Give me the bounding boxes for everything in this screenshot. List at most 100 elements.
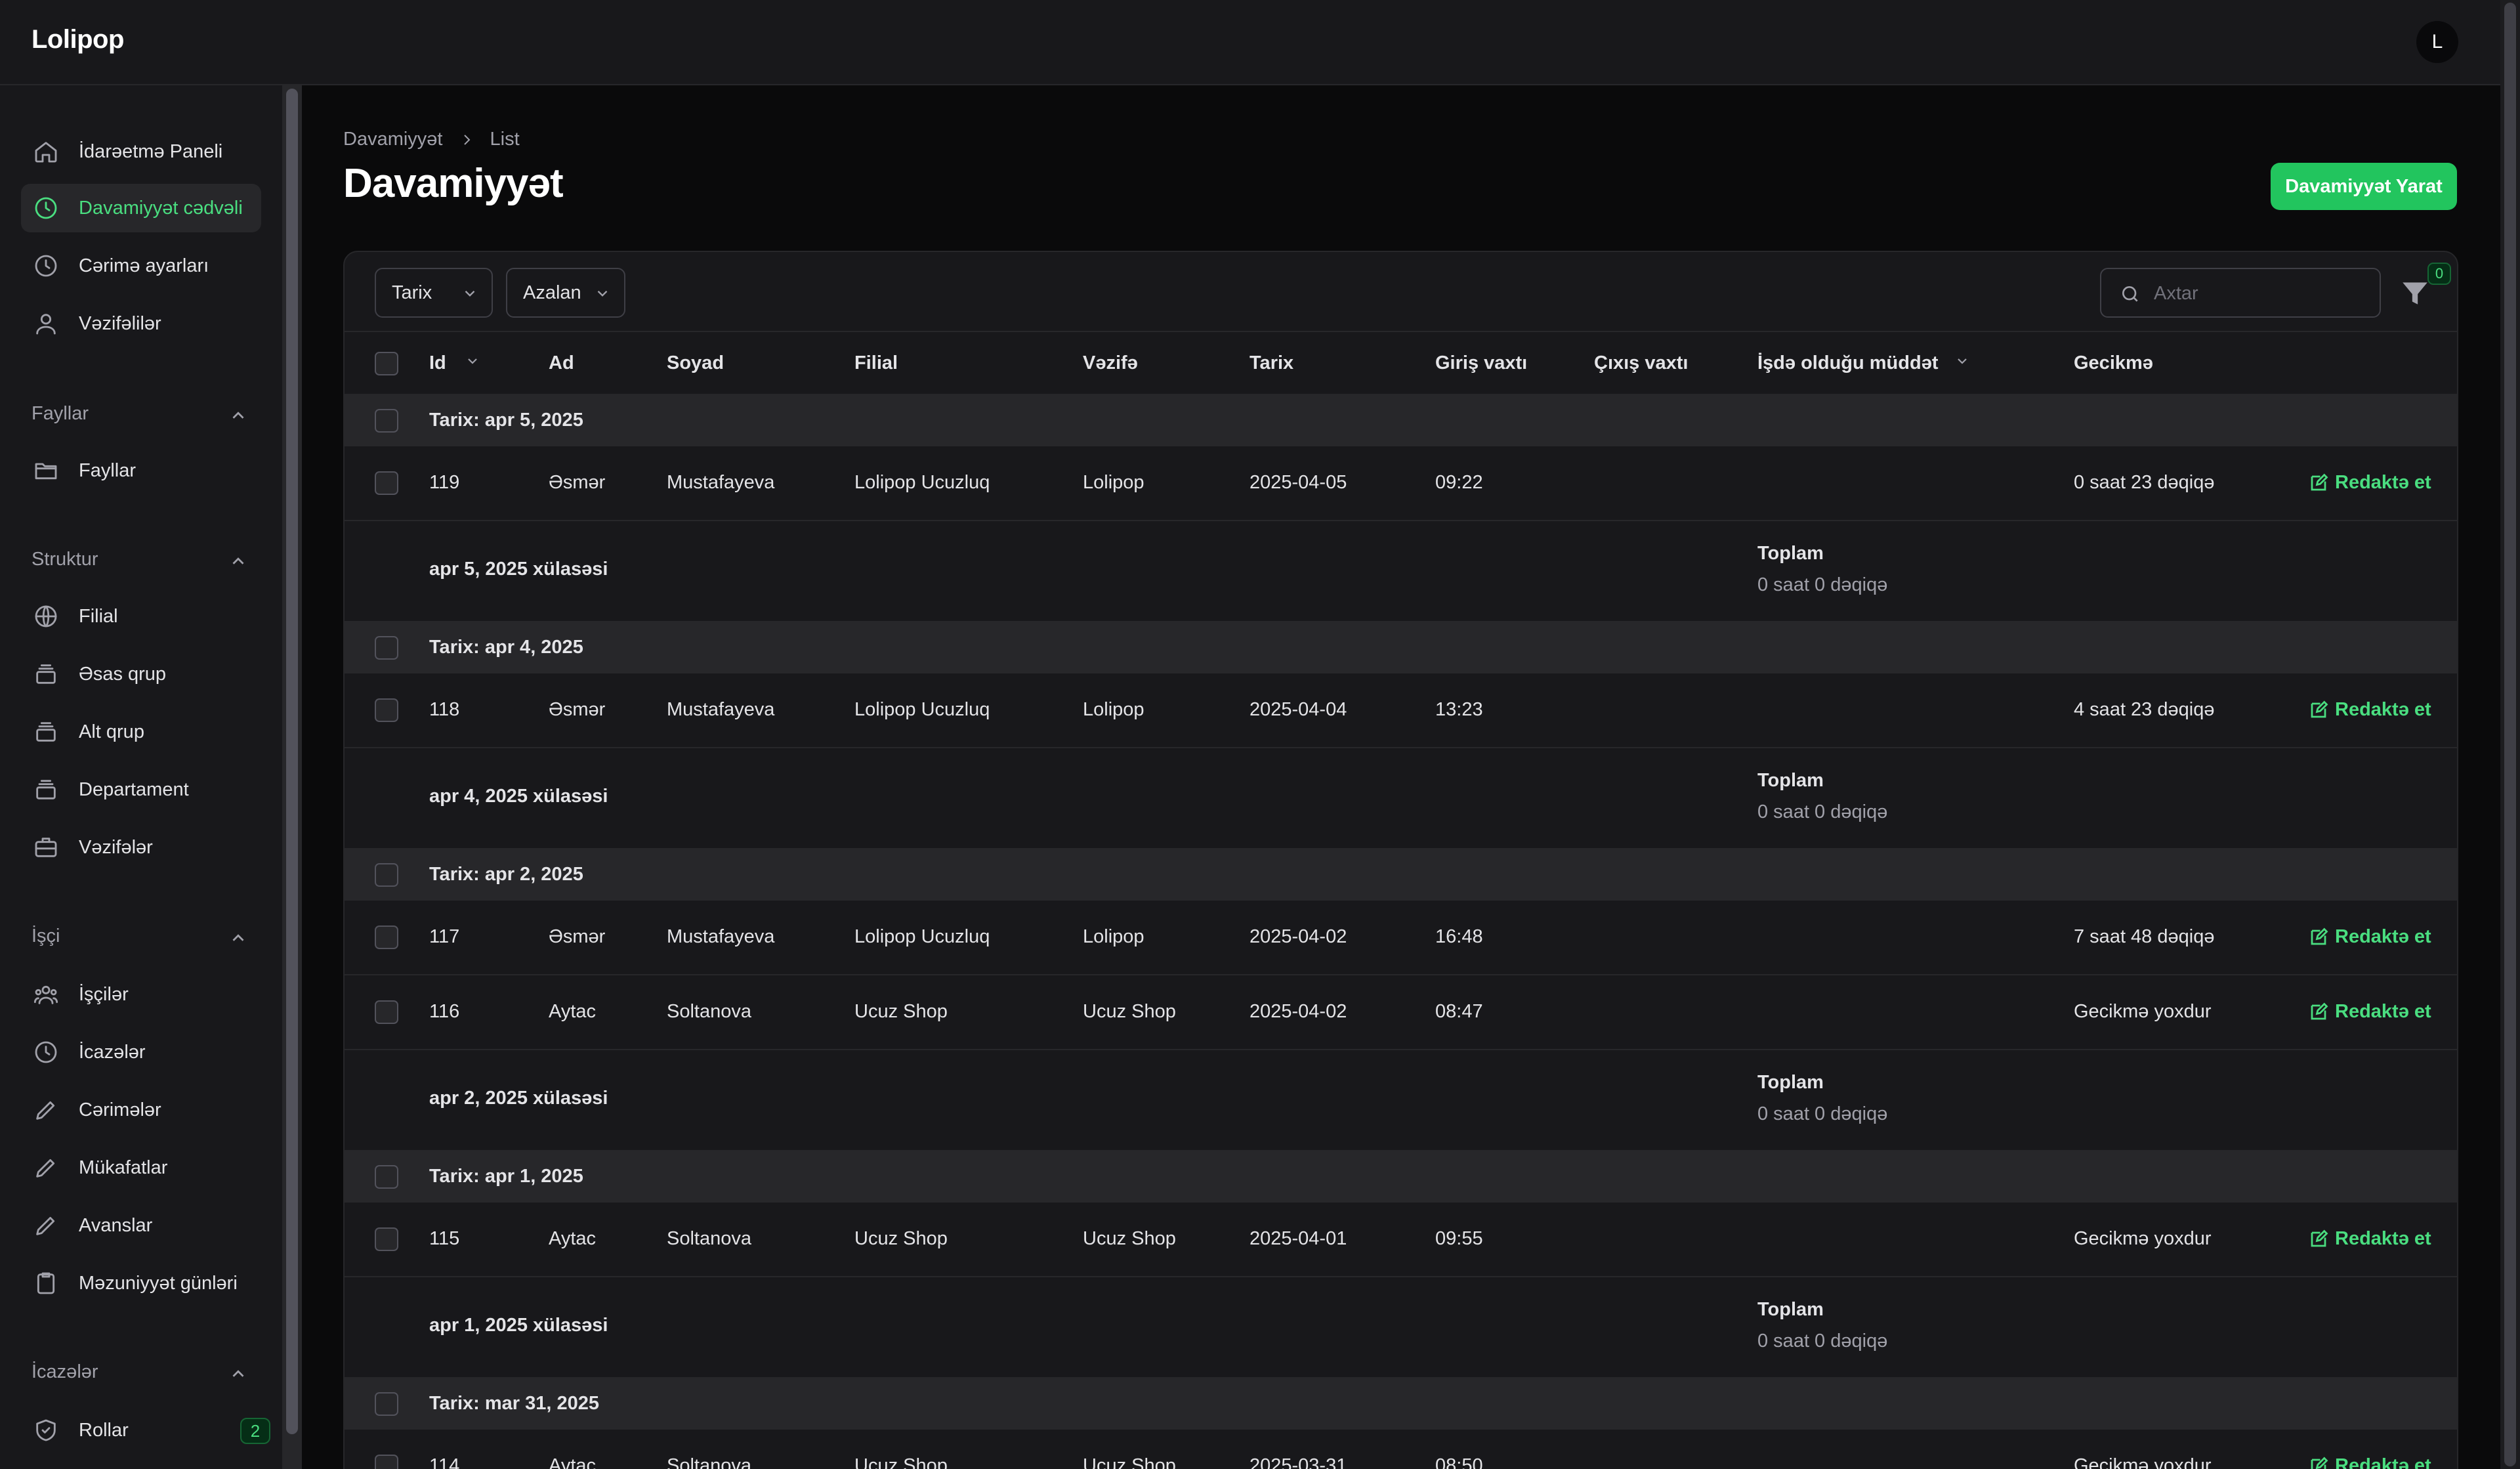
cell-filial: Ucuz Shop <box>854 1228 948 1249</box>
sidebar-item-rollar[interactable]: Rollar 2 <box>21 1406 270 1455</box>
edit-button[interactable]: Redaktə et <box>2309 1228 2431 1250</box>
row-checkbox[interactable] <box>375 698 398 722</box>
column-header-filial: Filial <box>854 352 898 373</box>
sidebar-item-avanslar[interactable]: Avanslar <box>21 1201 261 1250</box>
table-panel: Tarix Azalan 0 Id Ad Soyad Filial Vəzifə Tari… <box>343 251 2458 1469</box>
create-attendance-button[interactable]: Davamiyyət Yarat <box>2271 163 2457 210</box>
group-direction-select[interactable]: Azalan <box>506 268 625 318</box>
breadcrumb: Davamiyyət List <box>343 129 520 150</box>
sidebar-item-vəzifəlilər[interactable]: Vəzifəlilər <box>21 299 261 348</box>
sidebar-item-davamiyyət-cədvəli[interactable]: Davamiyyət cədvəli <box>21 184 261 232</box>
stack-icon <box>33 719 59 745</box>
sidebar-group-header[interactable]: İşçi <box>32 926 248 952</box>
sidebar-item-cərimələr[interactable]: Cərimələr <box>21 1086 261 1134</box>
group-row: Tarix: apr 1, 2025 <box>345 1151 2457 1203</box>
filter-icon[interactable] <box>2399 277 2431 310</box>
row-checkbox[interactable] <box>375 409 398 433</box>
edit-button[interactable]: Redaktə et <box>2309 472 2431 494</box>
edit-button[interactable]: Redaktə et <box>2309 1455 2431 1469</box>
cell-gecikme: 4 saat 23 dəqiqə <box>2074 699 2215 720</box>
group-summary-label: apr 2, 2025 xülasəsi <box>429 1088 608 1109</box>
group-summary-row: apr 5, 2025 xülasəsi Toplam 0 saat 0 dəqiq… <box>345 521 2457 622</box>
sidebar-item-i̇darəetmə-paneli[interactable]: İdarəetmə Paneli <box>21 127 261 176</box>
row-checkbox[interactable] <box>375 1165 398 1189</box>
sort-indicator[interactable] <box>458 353 480 369</box>
row-checkbox[interactable] <box>375 471 398 495</box>
sidebar-scrollbar-thumb[interactable] <box>286 89 298 1434</box>
sidebar-item-alt-qrup[interactable]: Alt qrup <box>21 708 261 756</box>
edit-button[interactable]: Redaktə et <box>2309 926 2431 948</box>
sidebar-item-mükafatlar[interactable]: Mükafatlar <box>21 1143 261 1192</box>
cell-vezife: Ucuz Shop <box>1083 1455 1176 1469</box>
user-avatar[interactable]: L <box>2416 21 2458 63</box>
chevron-up-icon <box>232 1370 244 1377</box>
sidebar-item-i̇şçilər[interactable]: İşçilər <box>21 970 261 1019</box>
sidebar-item-departament[interactable]: Departament <box>21 765 261 814</box>
sidebar-item-filial[interactable]: Filial <box>21 592 261 641</box>
group-summary-label: apr 4, 2025 xülasəsi <box>429 786 608 807</box>
sidebar-group-header[interactable]: Struktur <box>32 549 248 575</box>
table-row: 114 Aytac Soltanova Ucuz Shop Ucuz Shop 2025-… <box>345 1430 2457 1469</box>
sidebar-group-label: İşçi <box>32 926 60 947</box>
sidebar-item-məzuniyyət-günləri[interactable]: Məzuniyyət günləri <box>21 1259 261 1308</box>
table-header-row: Id Ad Soyad Filial Vəzifə Tarix Giriş vaxtı Çıx… <box>345 332 2457 395</box>
cell-id: 118 <box>429 699 460 720</box>
row-checkbox[interactable] <box>375 1455 398 1469</box>
cell-soyad: Mustafayeva <box>667 472 775 493</box>
breadcrumb-parent[interactable]: Davamiyyət <box>343 129 443 150</box>
sidebar-item-fayllar[interactable]: Fayllar <box>21 446 261 495</box>
edit-button[interactable]: Redaktə et <box>2309 699 2431 721</box>
window-scrollbar-thumb[interactable] <box>2504 3 2516 1466</box>
total-value: 0 saat 0 dəqiqə <box>1757 574 1888 595</box>
group-summary-row: apr 2, 2025 xülasəsi Toplam 0 saat 0 dəqiq… <box>345 1050 2457 1151</box>
group-title: Tarix: apr 1, 2025 <box>429 1166 583 1187</box>
sidebar-item-label: İcazələr <box>79 1042 146 1063</box>
sidebar-item-əsas-qrup[interactable]: Əsas qrup <box>21 650 261 698</box>
row-checkbox[interactable] <box>375 926 398 949</box>
column-header-cixis: Çıxış vaxtı <box>1594 352 1689 373</box>
column-header-muddet[interactable]: İşdə olduğu müddət <box>1757 352 1939 374</box>
app-logo[interactable]: Lolipop <box>32 25 124 54</box>
cell-giris: 08:50 <box>1435 1455 1483 1469</box>
row-checkbox[interactable] <box>375 1227 398 1251</box>
column-header-id[interactable]: Id <box>429 352 446 374</box>
group-row: Tarix: apr 5, 2025 <box>345 395 2457 446</box>
sort-indicator[interactable] <box>1948 353 1970 369</box>
filter-count-badge: 0 <box>2427 263 2451 285</box>
edit-button[interactable]: Redaktə et <box>2309 1001 2431 1023</box>
group-row: Tarix: apr 2, 2025 <box>345 849 2457 901</box>
total-label: Toplam <box>1757 543 1824 564</box>
sidebar-item-cərimə-ayarları[interactable]: Cərimə ayarları <box>21 242 261 290</box>
group-row: Tarix: apr 4, 2025 <box>345 622 2457 673</box>
cell-id: 116 <box>429 1001 460 1022</box>
top-bar: Lolipop L <box>0 0 2500 85</box>
stack-icon <box>33 661 59 687</box>
column-header-ad: Ad <box>549 352 574 373</box>
row-checkbox[interactable] <box>375 636 398 660</box>
table-row: 115 Aytac Soltanova Ucuz Shop Ucuz Shop 2025-… <box>345 1203 2457 1277</box>
pencil-icon <box>33 1212 59 1239</box>
row-checkbox[interactable] <box>375 352 398 375</box>
row-checkbox[interactable] <box>375 1392 398 1416</box>
cell-tarix: 2025-04-02 <box>1250 926 1347 947</box>
search-input[interactable] <box>2154 280 2370 307</box>
sidebar-item-vəzifələr[interactable]: Vəzifələr <box>21 823 261 872</box>
sidebar-item-i̇cazələr[interactable]: İcazələr <box>21 1028 261 1076</box>
sidebar-item-label: Departament <box>79 779 189 800</box>
sidebar-group-header[interactable]: Fayllar <box>32 403 248 429</box>
cell-tarix: 2025-04-05 <box>1250 472 1347 493</box>
sidebar-item-label: Avanslar <box>79 1215 153 1236</box>
sidebar-item-label: Vəzifələr <box>79 837 153 858</box>
cell-filial: Ucuz Shop <box>854 1455 948 1469</box>
column-header-giris: Giriş vaxtı <box>1435 352 1528 373</box>
row-checkbox[interactable] <box>375 1000 398 1024</box>
clipboard-icon <box>33 1270 59 1296</box>
sidebar-group-label: İcazələr <box>32 1361 98 1382</box>
sidebar-group-header[interactable]: İcazələr <box>32 1361 248 1388</box>
row-checkbox[interactable] <box>375 863 398 887</box>
cell-id: 114 <box>429 1455 460 1469</box>
group-by-select[interactable]: Tarix <box>375 268 493 318</box>
group-row: Tarix: mar 31, 2025 <box>345 1378 2457 1430</box>
column-header-tarix: Tarix <box>1250 352 1294 373</box>
cell-soyad: Mustafayeva <box>667 926 775 947</box>
